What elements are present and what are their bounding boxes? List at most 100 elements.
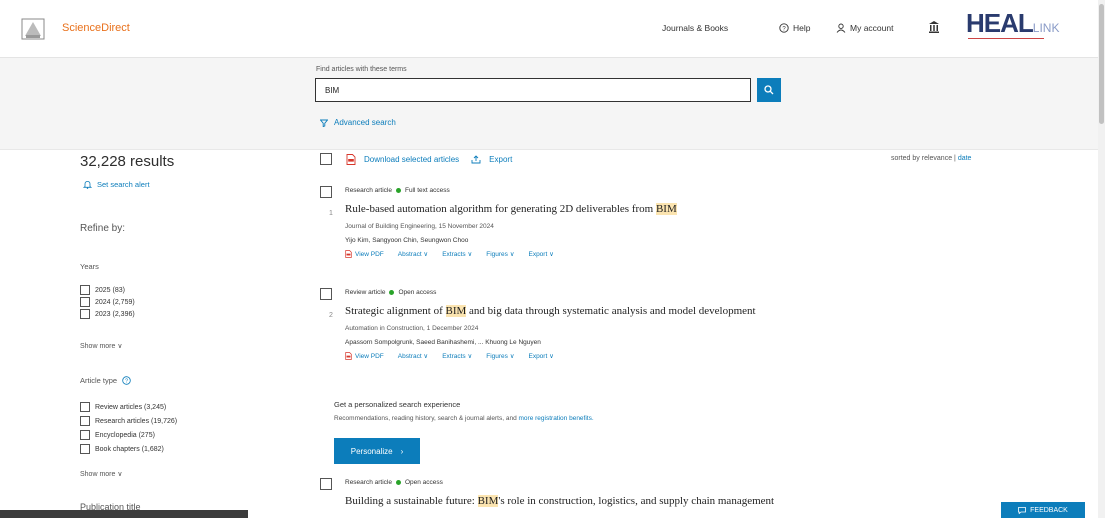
title-text: 's role in construction, logistics, and …	[498, 495, 775, 507]
results-count: 32,228 results	[80, 153, 175, 170]
checkbox[interactable]	[80, 444, 90, 454]
registration-benefits-link[interactable]: more registration benefits.	[519, 415, 594, 422]
view-pdf-link[interactable]: View PDF	[345, 250, 384, 258]
checkbox[interactable]	[80, 285, 90, 295]
nav-my-account[interactable]: My account	[836, 23, 893, 33]
filter-type-encyclopedia[interactable]: Encyclopedia (275)	[80, 430, 155, 440]
filter-year-label: 2025 (83)	[95, 286, 125, 294]
filter-type-research[interactable]: Research articles (19,726)	[80, 416, 177, 426]
title-text: and big data through systematic analysis…	[466, 305, 756, 317]
access-label: Open access	[398, 289, 437, 296]
set-search-alert-label: Set search alert	[97, 180, 150, 189]
access-dot-icon	[395, 188, 401, 193]
view-pdf-label: View PDF	[355, 250, 384, 258]
refine-heading: Refine by:	[80, 223, 126, 234]
select-all-checkbox[interactable]	[320, 153, 332, 165]
download-selected-button[interactable]: Download selected articles	[364, 155, 459, 164]
nav-journals-books[interactable]: Journals & Books	[662, 23, 728, 33]
search-label: Find articles with these terms	[316, 66, 407, 73]
article-type: Research article	[345, 479, 392, 486]
result-checkbox[interactable]	[320, 478, 332, 490]
result-authors: Apassorn Sompolgrunk, Saeed Banihashemi,…	[345, 339, 541, 346]
extracts-toggle[interactable]: Extracts ∨	[442, 352, 472, 360]
filter-year-2024[interactable]: 2024 (2,759)	[80, 297, 135, 307]
promo-text-body: Recommendations, reading history, search…	[334, 415, 519, 422]
advanced-search-link[interactable]: Advanced search	[320, 118, 396, 127]
result-title-link[interactable]: Rule-based automation algorithm for gene…	[345, 203, 677, 215]
pdf-icon	[346, 153, 356, 165]
extracts-toggle[interactable]: Extracts ∨	[442, 250, 472, 258]
title-text: Strategic alignment of	[345, 305, 446, 317]
scrollbar-thumb[interactable]	[1099, 4, 1104, 124]
abstract-toggle[interactable]: Abstract ∨	[398, 352, 428, 360]
abstract-toggle[interactable]: Abstract ∨	[398, 250, 428, 258]
view-pdf-label: View PDF	[355, 352, 384, 360]
title-highlight: BIM	[477, 495, 499, 507]
result-actions: View PDF Abstract ∨ Extracts ∨ Figures ∨…	[345, 352, 554, 360]
search-button[interactable]	[757, 78, 781, 102]
search-input[interactable]	[315, 78, 751, 102]
info-icon[interactable]: ?	[122, 376, 131, 385]
result-actions: View PDF Abstract ∨ Extracts ∨ Figures ∨…	[345, 250, 554, 258]
filter-year-label: 2024 (2,759)	[95, 298, 135, 306]
export-toggle[interactable]: Export ∨	[528, 250, 553, 258]
title-text: Rule-based automation algorithm for gene…	[345, 203, 656, 215]
result-index: 1	[329, 210, 333, 217]
checkbox[interactable]	[80, 430, 90, 440]
set-search-alert[interactable]: Set search alert	[83, 180, 150, 189]
checkbox[interactable]	[80, 309, 90, 319]
heal-link-logo[interactable]: HEALLINK	[966, 8, 1059, 39]
filter-year-label: 2023 (2,396)	[95, 310, 135, 318]
heal-logo-underline	[968, 38, 1044, 39]
search-band	[0, 58, 1098, 150]
filter-type-book-chapters[interactable]: Book chapters (1,682)	[80, 444, 164, 454]
title-highlight: BIM	[655, 203, 677, 215]
result-checkbox[interactable]	[320, 186, 332, 198]
checkbox[interactable]	[80, 402, 90, 412]
result-journal[interactable]: Journal of Building Engineering, 15 Nove…	[345, 223, 494, 230]
filter-type-review[interactable]: Review articles (3,245)	[80, 402, 166, 412]
view-pdf-link[interactable]: View PDF	[345, 352, 384, 360]
access-dot-icon	[389, 290, 395, 295]
pdf-icon	[345, 250, 352, 258]
pdf-icon	[345, 352, 352, 360]
article-type: Research article	[345, 187, 392, 194]
export-icon	[471, 154, 481, 163]
result-checkbox[interactable]	[320, 288, 332, 300]
figures-toggle[interactable]: Figures ∨	[486, 352, 514, 360]
nav-account-label: My account	[850, 23, 894, 33]
checkbox[interactable]	[80, 416, 90, 426]
figures-toggle[interactable]: Figures ∨	[486, 250, 514, 258]
filter-icon	[320, 119, 328, 127]
bell-icon	[83, 181, 92, 189]
elsevier-logo-icon[interactable]	[20, 16, 46, 42]
brand-name[interactable]: ScienceDirect	[62, 22, 130, 34]
personalize-label: Personalize	[350, 446, 393, 456]
personalize-button[interactable]: Personalize ›	[334, 438, 420, 464]
filter-year-2023[interactable]: 2023 (2,396)	[80, 309, 135, 319]
filter-type-label: Encyclopedia (275)	[95, 431, 155, 439]
show-more-types[interactable]: Show more ∨	[80, 470, 122, 478]
sort-control: sorted by relevance | date	[891, 155, 971, 162]
filter-year-2025[interactable]: 2025 (83)	[80, 285, 125, 295]
filter-type-label: Research articles (19,726)	[95, 417, 178, 425]
export-toggle[interactable]: Export ∨	[528, 352, 553, 360]
personalize-promo-text: Recommendations, reading history, search…	[334, 415, 594, 422]
sort-by-date-link[interactable]: date	[958, 155, 972, 162]
result-journal[interactable]: Automation in Construction, 1 December 2…	[345, 325, 478, 332]
result-title-link[interactable]: Strategic alignment of BIM and big data …	[345, 305, 756, 317]
feedback-button[interactable]: FEEDBACK	[1001, 502, 1085, 518]
show-more-years[interactable]: Show more ∨	[80, 342, 122, 350]
years-heading: Years	[80, 262, 99, 271]
result-item: 2 Review article Open access Strategic al…	[320, 288, 920, 368]
title-highlight: BIM	[445, 305, 467, 317]
years-heading-label: Years	[80, 262, 99, 271]
export-button[interactable]: Export	[489, 155, 512, 164]
search-icon	[764, 85, 774, 95]
result-title-link[interactable]: Building a sustainable future: BIM's rol…	[345, 495, 774, 507]
article-type-heading: Article type ?	[80, 376, 131, 385]
checkbox[interactable]	[80, 297, 90, 307]
nav-help[interactable]: ? Help	[779, 23, 810, 33]
user-icon	[836, 23, 846, 33]
institution-icon[interactable]	[928, 20, 940, 36]
